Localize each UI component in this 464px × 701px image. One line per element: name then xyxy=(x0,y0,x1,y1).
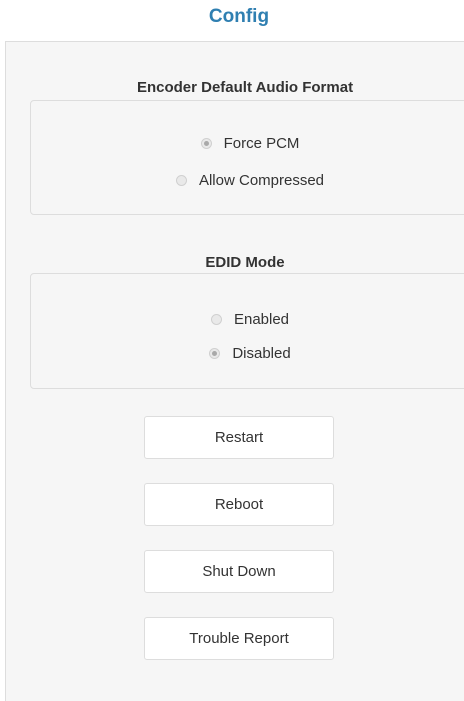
reboot-button[interactable]: Reboot xyxy=(144,483,334,526)
force-pcm-option[interactable]: Force PCM xyxy=(31,135,464,152)
allow-compressed-radio[interactable] xyxy=(175,174,187,186)
config-panel: Encoder Default Audio Format Force PCM A… xyxy=(5,41,464,701)
disabled-radio[interactable] xyxy=(209,347,221,359)
audio-format-label: Encoder Default Audio Format xyxy=(136,79,354,96)
force-pcm-radio[interactable] xyxy=(200,137,212,149)
audio-format-group: Force PCM Allow Compressed xyxy=(30,100,464,215)
restart-button[interactable]: Restart xyxy=(144,416,334,459)
allow-compressed-label: Allow Compressed xyxy=(198,172,325,189)
enabled-option[interactable]: Enabled xyxy=(31,311,464,328)
edid-mode-label: EDID Mode xyxy=(205,254,285,271)
page-title: Config xyxy=(208,6,270,27)
enabled-radio[interactable] xyxy=(210,313,222,325)
edid-mode-group: Enabled Disabled xyxy=(30,273,464,389)
shut-down-button[interactable]: Shut Down xyxy=(144,550,334,593)
disabled-option[interactable]: Disabled xyxy=(31,345,464,362)
allow-compressed-option[interactable]: Allow Compressed xyxy=(31,172,464,189)
trouble-report-button[interactable]: Trouble Report xyxy=(144,617,334,660)
disabled-label: Disabled xyxy=(232,345,291,362)
enabled-label: Enabled xyxy=(233,311,290,328)
force-pcm-label: Force PCM xyxy=(223,135,300,152)
